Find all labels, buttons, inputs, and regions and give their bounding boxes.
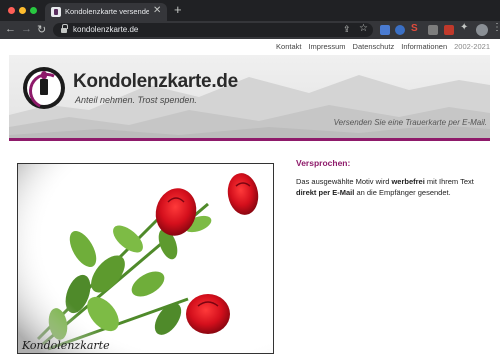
- reload-button[interactable]: ↻: [37, 23, 46, 36]
- description-text-part: mit Ihrem Text: [424, 177, 474, 186]
- close-tab-icon[interactable]: ✕: [153, 5, 161, 16]
- profile-avatar[interactable]: [476, 24, 488, 36]
- browser-tab[interactable]: Kondolenzkarte versenden | Ko ✕: [45, 3, 167, 21]
- description-text-part: Das ausgewählte Motiv wird: [296, 177, 392, 186]
- extension-s-icon[interactable]: S: [411, 23, 421, 34]
- lock-icon[interactable]: [61, 24, 68, 33]
- tab-title: Kondolenzkarte versenden | Ko: [65, 7, 149, 16]
- address-bar[interactable]: kondolenzkarte.de ⇪ ☆: [53, 23, 373, 37]
- description-bold-email: direkt per E-Mail: [296, 188, 355, 197]
- url-text[interactable]: kondolenzkarte.de: [73, 25, 138, 34]
- candle-icon: [40, 79, 48, 95]
- copyright-years: 2002-2021: [454, 42, 490, 51]
- back-button[interactable]: ←: [5, 23, 16, 35]
- description-text-part: an die Empfänger gesendet.: [354, 188, 451, 197]
- extension-icon[interactable]: [380, 25, 390, 35]
- share-icon[interactable]: ⇪: [343, 24, 351, 35]
- forward-button[interactable]: →: [21, 23, 32, 35]
- extension-icon[interactable]: [395, 25, 405, 35]
- description-text: Das ausgewählte Motiv wird werbefrei mit…: [296, 176, 490, 198]
- bookmark-star-icon[interactable]: ☆: [359, 23, 368, 34]
- nav-link-kontakt[interactable]: Kontakt: [276, 42, 301, 51]
- extension-icon[interactable]: [444, 25, 454, 35]
- card-motif-image[interactable]: Kondolenzkarte: [17, 163, 274, 354]
- banner-tagline: Versenden Sie eine Trauerkarte per E-Mai…: [333, 118, 487, 127]
- top-navigation: Kontakt Impressum Datenschutz Informationen…: [0, 42, 490, 54]
- maximize-window-button[interactable]: [30, 7, 37, 14]
- site-favicon-icon: [51, 7, 61, 17]
- minimize-window-button[interactable]: [19, 7, 26, 14]
- extensions-puzzle-icon[interactable]: ✦: [460, 22, 468, 33]
- description-bold-werbefrei: werbefrei: [391, 177, 425, 186]
- candle-flame-icon: [41, 71, 47, 79]
- red-roses-image: [18, 164, 273, 353]
- section-heading: Versprochen:: [296, 158, 351, 168]
- photo-caption: Kondolenzkarte: [22, 339, 110, 352]
- browser-toolbar: ← → ↻ kondolenzkarte.de ⇪ ☆ S ✦ ⋮: [0, 21, 500, 39]
- browser-menu-icon[interactable]: ⋮: [492, 22, 500, 33]
- site-slogan: Anteil nehmen. Trost spenden.: [75, 95, 197, 105]
- header-banner: Kondolenzkarte.de Anteil nehmen. Trost s…: [9, 55, 490, 140]
- browser-titlebar: Kondolenzkarte versenden | Ko ✕ +: [0, 0, 500, 21]
- nav-link-impressum[interactable]: Impressum: [308, 42, 345, 51]
- new-tab-button[interactable]: +: [174, 2, 182, 17]
- site-brand[interactable]: Kondolenzkarte.de: [73, 71, 238, 93]
- close-window-button[interactable]: [8, 7, 15, 14]
- extension-icon[interactable]: [428, 25, 438, 35]
- nav-link-datenschutz[interactable]: Datenschutz: [353, 42, 395, 51]
- nav-link-informationen[interactable]: Informationen: [401, 42, 447, 51]
- banner-divider: [9, 138, 490, 141]
